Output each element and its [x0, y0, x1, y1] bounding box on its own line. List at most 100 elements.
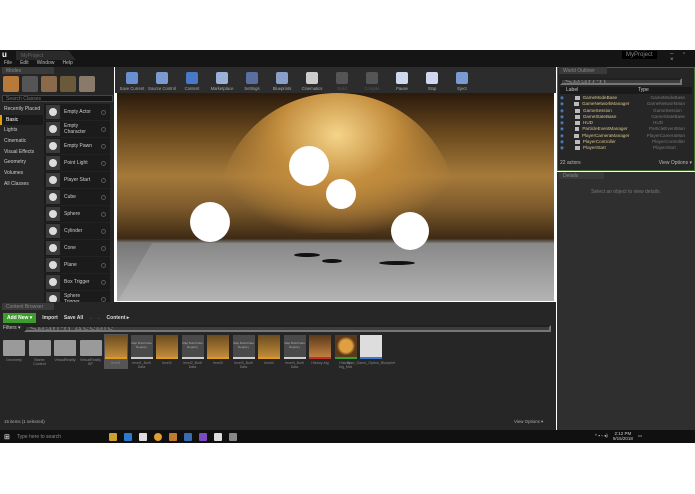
- content-path-breadcrumb[interactable]: Content ▸: [107, 315, 130, 321]
- save-all-button[interactable]: Save All: [64, 315, 83, 321]
- search-classes-input[interactable]: [2, 95, 113, 102]
- search-assets-input[interactable]: [23, 325, 551, 332]
- taskbar-search[interactable]: Type here to search: [17, 434, 102, 440]
- help-icon[interactable]: [101, 160, 106, 166]
- epic-launcher-icon[interactable]: [168, 432, 177, 441]
- category-item[interactable]: Geometry: [0, 157, 43, 168]
- class-item[interactable]: Cube: [44, 189, 110, 206]
- class-item[interactable]: Player Start: [44, 172, 110, 189]
- help-icon[interactable]: [101, 279, 106, 285]
- asset-tile[interactable]: VirtualReality: [53, 334, 77, 369]
- notifications-icon[interactable]: ▭: [638, 433, 642, 439]
- category-item[interactable]: Visual Effects: [0, 147, 43, 158]
- menu-help[interactable]: Help: [62, 60, 72, 67]
- help-icon[interactable]: [101, 245, 106, 251]
- place-mode-icon[interactable]: [3, 76, 19, 92]
- category-item[interactable]: All Classes: [0, 179, 43, 190]
- unreal-editor-icon[interactable]: [228, 432, 237, 441]
- label-column-header[interactable]: Label: [560, 87, 638, 94]
- content-browser-tab[interactable]: Content Browser: [2, 303, 54, 310]
- class-item[interactable]: Cone: [44, 240, 110, 257]
- sphere-actor[interactable]: [190, 202, 230, 242]
- add-new-button[interactable]: Add New ▾: [3, 313, 37, 323]
- project-tab[interactable]: MyProject: [16, 51, 76, 60]
- modes-tab[interactable]: Modes: [2, 67, 54, 74]
- paint-mode-icon[interactable]: [22, 76, 38, 92]
- help-icon[interactable]: [101, 177, 106, 183]
- class-item[interactable]: Empty Pawn: [44, 138, 110, 155]
- asset-tile[interactable]: level2: [155, 334, 179, 369]
- toolbar-button-eject[interactable]: Eject: [447, 67, 477, 93]
- category-item[interactable]: Cinematic: [0, 136, 43, 147]
- help-icon[interactable]: [101, 143, 106, 149]
- asset-tile[interactable]: Start_Game_Option_Blueprint: [347, 334, 395, 369]
- help-icon[interactable]: [101, 228, 106, 234]
- toolbar-button-cinematics[interactable]: Cinematics: [297, 67, 327, 93]
- outliner-search-input[interactable]: [560, 78, 682, 85]
- sphere-actor[interactable]: [289, 146, 329, 186]
- asset-tile[interactable]: VirtualReality BP: [79, 334, 103, 369]
- geometry-mode-icon[interactable]: [79, 76, 95, 92]
- asset-tile[interactable]: Map Build Data Registry level2_Built Data: [181, 334, 205, 369]
- toolbar-button-settings[interactable]: Settings: [237, 67, 267, 93]
- category-item[interactable]: Volumes: [0, 168, 43, 179]
- file-explorer-icon[interactable]: [108, 432, 117, 441]
- toolbar-button-compile[interactable]: Compile: [357, 67, 387, 93]
- help-icon[interactable]: [101, 211, 106, 217]
- outliner-row[interactable]: ◉ PlayerStart PlayerStart: [560, 145, 685, 151]
- toolbar-button-content[interactable]: Content: [177, 67, 207, 93]
- asset-tile[interactable]: level4: [257, 334, 281, 369]
- category-item[interactable]: Lights: [0, 125, 43, 136]
- app-icon[interactable]: [213, 432, 222, 441]
- content-view-options[interactable]: View Options ▾: [514, 419, 543, 425]
- visibility-eye-icon[interactable]: ◉: [560, 145, 569, 151]
- class-item[interactable]: Cylinder: [44, 223, 110, 240]
- help-icon[interactable]: [101, 126, 106, 132]
- help-icon[interactable]: [101, 296, 106, 302]
- tasks-icon[interactable]: [183, 432, 192, 441]
- class-item[interactable]: Sphere: [44, 206, 110, 223]
- level-viewport[interactable]: [117, 93, 554, 301]
- class-item[interactable]: Empty Character: [44, 121, 110, 138]
- toolbar-button-save-current[interactable]: Save Current: [117, 67, 147, 93]
- toolbar-button-build[interactable]: Build: [327, 67, 357, 93]
- tray-icons[interactable]: ^ ▪ ▫ ◂): [595, 433, 608, 439]
- chrome-icon[interactable]: [153, 432, 162, 441]
- asset-tile[interactable]: Map Build Data Registry level3_Built Data: [232, 334, 256, 369]
- outliner-view-options[interactable]: View Options ▾: [659, 160, 692, 167]
- class-item[interactable]: Sphere Trigger: [44, 291, 110, 302]
- asset-tile[interactable]: Geometry: [2, 334, 26, 369]
- class-item[interactable]: Plane: [44, 257, 110, 274]
- asset-tile[interactable]: level3: [206, 334, 230, 369]
- help-icon[interactable]: [101, 262, 106, 268]
- asset-tile[interactable]: History-big: [308, 334, 332, 369]
- toolbar-button-marketplace[interactable]: Marketplace: [207, 67, 237, 93]
- toolbar-button-pause[interactable]: Pause: [387, 67, 417, 93]
- category-item[interactable]: Recently Placed: [0, 104, 43, 115]
- visual-studio-icon[interactable]: [198, 432, 207, 441]
- store-icon[interactable]: [138, 432, 147, 441]
- details-tab[interactable]: Details: [559, 172, 604, 179]
- world-outliner-tab[interactable]: World Outliner: [559, 67, 607, 74]
- asset-tile[interactable]: Starter Content: [28, 334, 52, 369]
- sphere-actor[interactable]: [391, 212, 429, 250]
- class-item[interactable]: Box Trigger: [44, 274, 110, 291]
- toolbar-button-source-control[interactable]: Source Control: [147, 67, 177, 93]
- class-item[interactable]: Empty Actor: [44, 104, 110, 121]
- class-item[interactable]: Point Light: [44, 155, 110, 172]
- foliage-mode-icon[interactable]: [60, 76, 76, 92]
- asset-tile[interactable]: Map Build Data Registry level1_Built Data: [130, 334, 154, 369]
- sphere-actor[interactable]: [326, 179, 356, 209]
- history-arrows-icon[interactable]: ← →: [89, 315, 100, 321]
- filters-button[interactable]: Filters ▾: [3, 325, 21, 332]
- edge-icon[interactable]: [123, 432, 132, 441]
- asset-tile[interactable]: level1: [104, 334, 128, 369]
- start-button-icon[interactable]: ⊞: [4, 433, 10, 441]
- toolbar-button-blueprints[interactable]: Blueprints: [267, 67, 297, 93]
- help-icon[interactable]: [101, 194, 106, 200]
- menu-file[interactable]: File: [4, 60, 12, 67]
- menu-edit[interactable]: Edit: [20, 60, 29, 67]
- landscape-mode-icon[interactable]: [41, 76, 57, 92]
- menu-window[interactable]: Window: [37, 60, 55, 67]
- import-button[interactable]: Import: [42, 315, 58, 321]
